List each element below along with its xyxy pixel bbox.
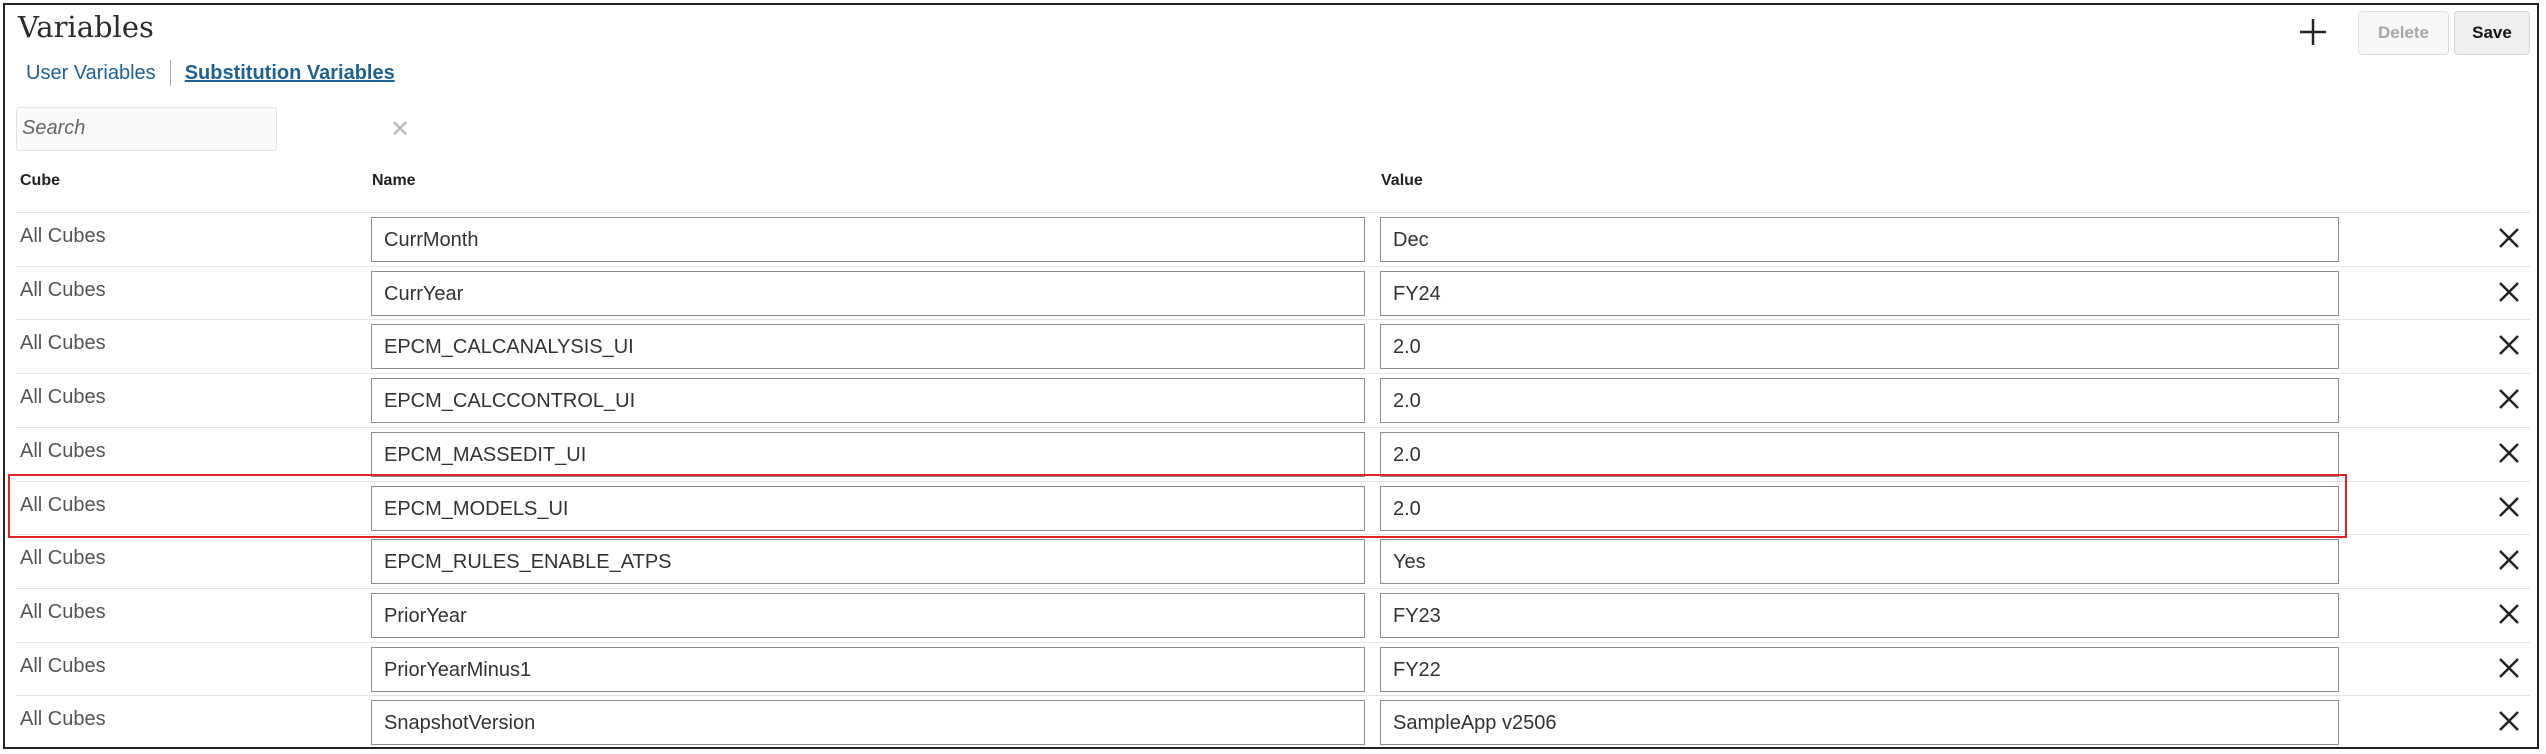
table-row: All Cubes CurrMonth Dec xyxy=(16,213,2530,267)
name-input[interactable]: EPCM_CALCANALYSIS_UI xyxy=(371,324,1365,369)
value-input[interactable]: 2.0 xyxy=(1380,324,2339,369)
column-header-value: Value xyxy=(1381,172,1423,189)
tab-user-variables[interactable]: User Variables xyxy=(26,62,156,85)
cube-cell: All Cubes xyxy=(20,386,106,408)
value-input[interactable]: FY22 xyxy=(1380,647,2339,692)
delete-row-icon[interactable] xyxy=(2494,384,2524,414)
cube-cell: All Cubes xyxy=(20,655,106,677)
table-row: All Cubes EPCM_CALCCONTROL_UI 2.0 xyxy=(16,374,2530,428)
name-input[interactable]: EPCM_MASSEDIT_UI xyxy=(371,432,1365,477)
tab-bar: User Variables Substitution Variables xyxy=(26,60,395,86)
cube-cell: All Cubes xyxy=(20,547,106,569)
cube-cell: All Cubes xyxy=(20,440,106,462)
delete-button[interactable]: Delete xyxy=(2358,11,2449,55)
plus-icon[interactable] xyxy=(2298,17,2328,47)
value-input[interactable]: FY23 xyxy=(1380,593,2339,638)
delete-row-icon[interactable] xyxy=(2494,599,2524,629)
cube-cell: All Cubes xyxy=(20,225,106,247)
value-input[interactable]: Yes xyxy=(1380,539,2339,584)
name-input[interactable]: EPCM_MODELS_UI xyxy=(371,486,1365,531)
delete-row-icon[interactable] xyxy=(2494,706,2524,736)
table-row: All Cubes CurrYear FY24 xyxy=(16,267,2530,321)
delete-row-icon[interactable] xyxy=(2494,545,2524,575)
save-button[interactable]: Save xyxy=(2454,11,2530,55)
tab-substitution-variables[interactable]: Substitution Variables xyxy=(185,62,395,85)
table-row: All Cubes PriorYear FY23 xyxy=(16,589,2530,643)
name-input[interactable]: EPCM_CALCCONTROL_UI xyxy=(371,378,1365,423)
value-input[interactable]: 2.0 xyxy=(1380,486,2339,531)
name-input[interactable]: SnapshotVersion xyxy=(371,700,1365,745)
name-input[interactable]: CurrMonth xyxy=(371,217,1365,262)
table-row: All Cubes PriorYearMinus1 FY22 xyxy=(16,643,2530,697)
cube-cell: All Cubes xyxy=(20,708,106,730)
delete-row-icon[interactable] xyxy=(2494,277,2524,307)
cube-cell: All Cubes xyxy=(20,279,106,301)
table-row: All Cubes EPCM_MODELS_UI 2.0 xyxy=(16,482,2530,536)
cube-cell: All Cubes xyxy=(20,601,106,623)
name-input[interactable]: CurrYear xyxy=(371,271,1365,316)
value-input[interactable]: 2.0 xyxy=(1380,432,2339,477)
tab-divider xyxy=(169,60,171,86)
delete-row-icon[interactable] xyxy=(2494,492,2524,522)
column-header-cube: Cube xyxy=(20,172,60,189)
delete-row-icon[interactable] xyxy=(2494,223,2524,253)
name-input[interactable]: PriorYear xyxy=(371,593,1365,638)
value-input[interactable]: FY24 xyxy=(1380,271,2339,316)
delete-row-icon[interactable] xyxy=(2494,438,2524,468)
value-input[interactable]: SampleApp v2506 xyxy=(1380,700,2339,745)
cube-cell: All Cubes xyxy=(20,332,106,354)
cube-cell: All Cubes xyxy=(20,494,106,516)
value-input[interactable]: Dec xyxy=(1380,217,2339,262)
value-input[interactable]: 2.0 xyxy=(1380,378,2339,423)
table-row: All Cubes EPCM_RULES_ENABLE_ATPS Yes xyxy=(16,535,2530,589)
table-row: All Cubes SnapshotVersion SampleApp v2506 xyxy=(16,696,2530,750)
page-title: Variables xyxy=(18,10,154,44)
column-header-name: Name xyxy=(372,172,416,189)
table-row: All Cubes EPCM_CALCANALYSIS_UI 2.0 xyxy=(16,320,2530,374)
search-input[interactable]: Search xyxy=(16,107,277,151)
delete-row-icon[interactable] xyxy=(2494,330,2524,360)
table-row: All Cubes EPCM_MASSEDIT_UI 2.0 xyxy=(16,428,2530,482)
name-input[interactable]: PriorYearMinus1 xyxy=(371,647,1365,692)
delete-row-icon[interactable] xyxy=(2494,653,2524,683)
name-input[interactable]: EPCM_RULES_ENABLE_ATPS xyxy=(371,539,1365,584)
close-icon[interactable]: ✕ xyxy=(390,115,410,144)
